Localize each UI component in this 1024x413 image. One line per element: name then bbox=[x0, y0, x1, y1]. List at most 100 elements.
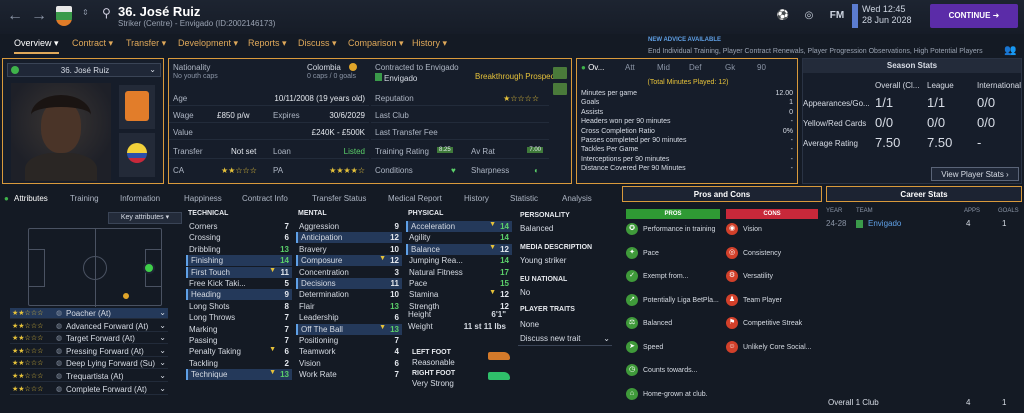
search-icon[interactable]: ⚲ bbox=[102, 6, 111, 20]
attribute-row[interactable]: Aggression 9 bbox=[296, 221, 402, 232]
con-item[interactable]: ⚙ Versatility bbox=[726, 270, 773, 290]
fm-menu[interactable]: FM bbox=[828, 10, 846, 24]
continue-button[interactable]: CONTINUE ➜ bbox=[930, 4, 1018, 28]
natural-position-marker[interactable] bbox=[143, 262, 155, 274]
attribute-row[interactable]: Jumping Rea... 14 bbox=[406, 255, 512, 266]
tab-development[interactable]: Development ▾ bbox=[178, 38, 238, 49]
attribute-row[interactable]: Penalty Taking ▼ 6 bbox=[186, 346, 292, 357]
pro-item[interactable]: ✦ Pace bbox=[626, 246, 659, 267]
stats-tab-90[interactable]: 90 bbox=[757, 63, 766, 72]
game-date[interactable]: Wed 12:45 28 Jun 2028 bbox=[862, 4, 912, 26]
role-row[interactable]: ★★☆☆☆ ◍ Complete Forward (At) ⌄ bbox=[10, 384, 168, 395]
attribute-row[interactable]: Long Throws 7 bbox=[186, 312, 292, 323]
tab-discuss[interactable]: Discuss ▾ bbox=[298, 38, 337, 49]
club-value[interactable]: Envigado bbox=[375, 73, 417, 83]
tab-comparison[interactable]: Comparison ▾ bbox=[348, 38, 404, 49]
attribute-row[interactable]: First Touch ▼ 11 bbox=[186, 266, 292, 278]
tab-history[interactable]: History ▾ bbox=[412, 38, 447, 49]
discuss-trait-dropdown[interactable]: Discuss new trait ⌄ bbox=[518, 332, 612, 346]
star-badge-icon[interactable] bbox=[553, 67, 567, 79]
pro-item[interactable]: ⌂ Home-grown at club. bbox=[626, 387, 708, 408]
tab-overview[interactable]: Overview ▾ bbox=[14, 38, 59, 54]
attribute-row[interactable]: Agility 14 bbox=[406, 232, 512, 243]
role-row[interactable]: ★★☆☆☆ ◍ Trequartista (At) ⌄ bbox=[10, 371, 168, 382]
con-item[interactable]: ◎ Consistency bbox=[726, 246, 781, 267]
role-row[interactable]: ★★☆☆☆ ◍ Poacher (At) ⌄ bbox=[10, 308, 168, 319]
subtab-analysis[interactable]: Analysis bbox=[562, 194, 592, 203]
con-item[interactable]: ◉ Vision bbox=[726, 223, 762, 243]
subtab-transfer-status[interactable]: Transfer Status bbox=[312, 194, 366, 203]
attribute-row[interactable]: Leadership 6 bbox=[296, 312, 402, 323]
attribute-row[interactable]: Pace 15 bbox=[406, 278, 512, 289]
attribute-row[interactable]: Free Kick Taki... 5 bbox=[186, 278, 292, 289]
stats-tab-mid[interactable]: Mid bbox=[657, 63, 670, 72]
attribute-row[interactable]: Vision 6 bbox=[296, 358, 402, 369]
attribute-row[interactable]: Off The Ball ▼ 13 bbox=[296, 323, 402, 335]
stats-tab-def[interactable]: Def bbox=[689, 63, 701, 72]
attribute-row[interactable]: Tackling 2 bbox=[186, 358, 292, 369]
role-row[interactable]: ★★☆☆☆ ◍ Deep Lying Forward (Su) ⌄ bbox=[10, 358, 168, 370]
attribute-row[interactable]: Flair 13 bbox=[296, 301, 402, 312]
apt-badge-icon[interactable] bbox=[553, 83, 567, 95]
stats-tab-att[interactable]: Att bbox=[625, 63, 635, 72]
club-crest-icon[interactable] bbox=[56, 6, 72, 26]
view-player-stats-button[interactable]: View Player Stats › bbox=[931, 167, 1019, 181]
subtab-medical[interactable]: Medical Report bbox=[388, 194, 442, 203]
role-row[interactable]: ★★☆☆☆ ◍ Target Forward (At) ⌄ bbox=[10, 333, 168, 345]
pro-item[interactable]: ⚖ Balanced bbox=[626, 317, 672, 337]
advice-icon[interactable]: 👥 bbox=[1004, 45, 1016, 56]
attribute-row[interactable]: Bravery 10 bbox=[296, 244, 402, 255]
secondary-position-marker[interactable] bbox=[123, 293, 129, 299]
pro-item[interactable]: ➤ Speed bbox=[626, 340, 663, 361]
nationality-value[interactable]: Colombia bbox=[307, 63, 341, 72]
attribute-row[interactable]: Crossing 6 bbox=[186, 232, 292, 243]
attribute-row[interactable]: Marking 7 bbox=[186, 324, 292, 335]
pro-item[interactable]: ↗ Potentially Liga BetPla... bbox=[626, 293, 719, 314]
con-item[interactable]: ♟ Team Player bbox=[726, 293, 782, 314]
stats-tab-gk[interactable]: Gk bbox=[725, 63, 735, 72]
pro-item[interactable]: ✪ Performance in training bbox=[626, 223, 715, 243]
subtab-statistic[interactable]: Statistic bbox=[510, 194, 538, 203]
subtab-attributes[interactable]: Attributes bbox=[14, 194, 48, 203]
stats-tab-overview[interactable]: ● Ov... bbox=[581, 63, 604, 72]
attribute-row[interactable]: Corners 7 bbox=[186, 221, 292, 232]
attribute-row[interactable]: Work Rate 7 bbox=[296, 369, 402, 380]
attribute-row[interactable]: Determination 10 bbox=[296, 289, 402, 300]
advice-banner[interactable]: NEW ADVICE AVAILABLE End Individual Trai… bbox=[648, 34, 983, 57]
subtab-training[interactable]: Training bbox=[70, 194, 99, 203]
attribute-row[interactable]: Passing 7 bbox=[186, 335, 292, 346]
attribute-row[interactable]: Long Shots 8 bbox=[186, 301, 292, 312]
attribute-row[interactable]: Positioning 7 bbox=[296, 335, 402, 346]
role-row[interactable]: ★★☆☆☆ ◍ Pressing Forward (At) ⌄ bbox=[10, 346, 168, 357]
con-item[interactable]: ⚑ Competitive Streak bbox=[726, 317, 802, 337]
loan-value[interactable]: Listed bbox=[344, 147, 365, 156]
career-team[interactable]: Envigado bbox=[868, 219, 901, 228]
attribute-row[interactable]: Natural Fitness 17 bbox=[406, 267, 512, 278]
world-icon[interactable]: ◎ bbox=[802, 10, 816, 24]
tab-contract[interactable]: Contract ▾ bbox=[72, 38, 113, 49]
subtab-happiness[interactable]: Happiness bbox=[184, 194, 222, 203]
con-item[interactable]: ☺ Unlikely Core Social... bbox=[726, 340, 811, 361]
attribute-row[interactable]: Heading 9 bbox=[186, 289, 292, 301]
player-selector[interactable]: 36. José Ruiz ⌄ bbox=[7, 63, 161, 77]
role-row[interactable]: ★★☆☆☆ ◍ Advanced Forward (At) ⌄ bbox=[10, 321, 168, 332]
transfer-value[interactable]: Not set bbox=[231, 147, 256, 156]
career-row[interactable]: 24-28 Envigado 4 1 bbox=[826, 218, 1022, 229]
attribute-row[interactable]: Composure ▼ 12 bbox=[296, 255, 402, 267]
back-icon[interactable]: ← bbox=[6, 6, 24, 26]
subtab-information[interactable]: Information bbox=[120, 194, 160, 203]
attribute-row[interactable]: Stamina ▼ 12 bbox=[406, 289, 512, 300]
attribute-row[interactable]: Teamwork 4 bbox=[296, 346, 402, 357]
attribute-row[interactable]: Concentration 3 bbox=[296, 267, 402, 278]
forward-icon[interactable]: → bbox=[30, 6, 48, 26]
subtab-contract-info[interactable]: Contract Info bbox=[242, 194, 288, 203]
tab-reports[interactable]: Reports ▾ bbox=[248, 38, 287, 49]
pro-item[interactable]: ✓ Exempt from... bbox=[626, 270, 689, 290]
key-attributes-dropdown[interactable]: Key attributes ▾ bbox=[108, 212, 182, 224]
pro-item[interactable]: ◷ Counts towards... bbox=[626, 364, 697, 384]
attribute-row[interactable]: Balance ▼ 12 bbox=[406, 243, 512, 255]
attribute-row[interactable]: Technique ▼ 13 bbox=[186, 369, 292, 381]
attribute-row[interactable]: Acceleration ▼ 14 bbox=[406, 221, 512, 232]
ball-icon[interactable]: ⚽ bbox=[776, 10, 790, 24]
attribute-row[interactable]: Anticipation 12 bbox=[296, 232, 402, 244]
